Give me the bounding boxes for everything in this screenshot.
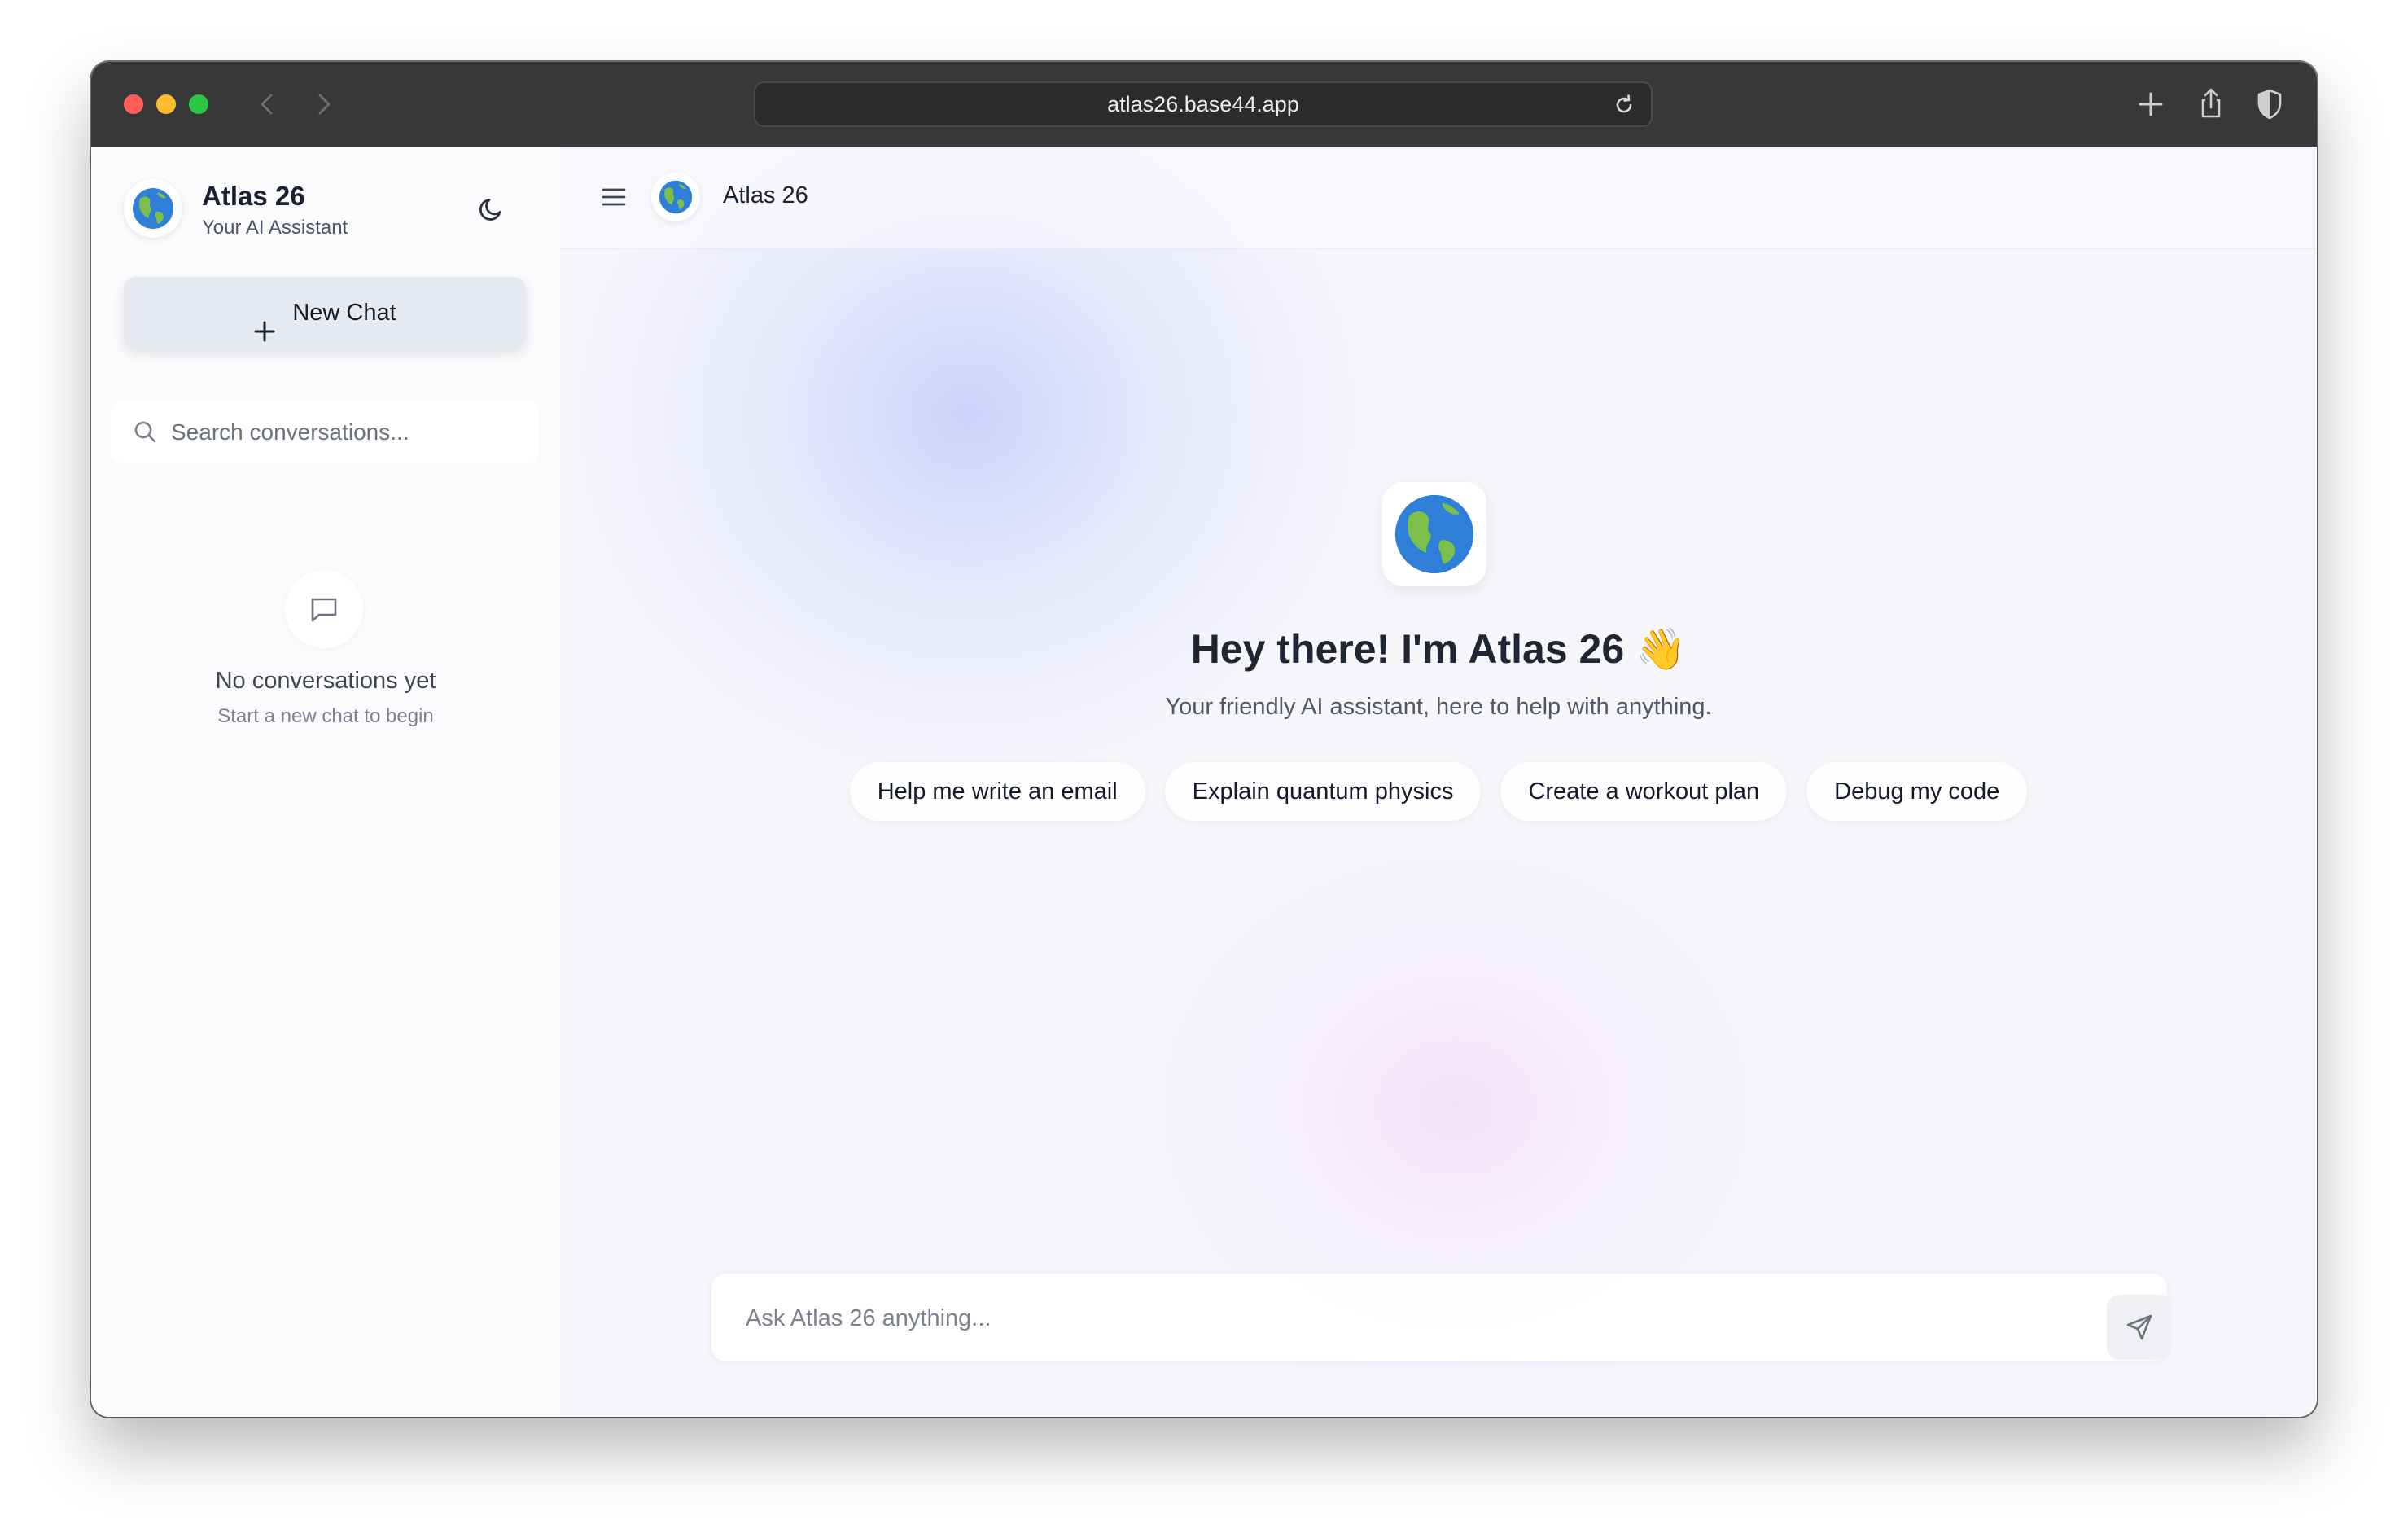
- brand-subtitle: Your AI Assistant: [202, 217, 348, 239]
- hero-title: Hey there! I'm Atlas 26 👋: [1190, 626, 1687, 672]
- reload-icon[interactable]: [1612, 93, 1636, 117]
- privacy-shield-icon[interactable]: [2252, 86, 2288, 122]
- message-composer: [711, 1274, 2172, 1363]
- globe-icon: [133, 188, 173, 229]
- minimize-window-button[interactable]: [156, 94, 176, 114]
- moon-icon[interactable]: [475, 192, 508, 225]
- empty-state-subtitle: Start a new chat to begin: [217, 705, 434, 727]
- send-button[interactable]: [2107, 1295, 2172, 1360]
- close-window-button[interactable]: [124, 94, 143, 114]
- header-title: Atlas 26: [723, 182, 808, 208]
- suggestion-chip[interactable]: Explain quantum physics: [1164, 762, 1482, 821]
- address-url: atlas26.base44.app: [1107, 92, 1299, 116]
- plus-icon: [253, 300, 276, 342]
- search-box: [111, 401, 539, 464]
- forward-arrow-icon[interactable]: [308, 88, 340, 121]
- suggestion-chip[interactable]: Create a workout plan: [1500, 762, 1788, 821]
- hero-logo: [1382, 482, 1486, 586]
- back-arrow-icon[interactable]: [251, 88, 283, 121]
- new-tab-icon[interactable]: [2133, 86, 2169, 122]
- header-avatar: [651, 173, 700, 221]
- brand-title: Atlas 26: [202, 181, 305, 211]
- suggestion-chip[interactable]: Help me write an email: [849, 762, 1145, 821]
- empty-state-title: No conversations yet: [215, 668, 436, 694]
- empty-state-icon-wrap: [285, 570, 363, 648]
- new-chat-button[interactable]: New Chat: [124, 277, 526, 349]
- share-icon[interactable]: [2193, 86, 2229, 122]
- search-input[interactable]: [169, 401, 523, 464]
- send-icon: [2126, 1314, 2152, 1340]
- globe-icon: [1394, 494, 1474, 574]
- message-input[interactable]: [744, 1274, 2066, 1363]
- maximize-window-button[interactable]: [189, 94, 208, 114]
- app-content: Atlas 26 Your AI Assistant New Chat Sear…: [91, 147, 2317, 1417]
- browser-window: atlas26.base44.app Atlas 26 Your AI Assi…: [91, 62, 2317, 1417]
- chat-header: Atlas 26: [560, 147, 2317, 249]
- hero-subtitle: Your friendly AI assistant, here to help…: [1165, 694, 1712, 720]
- globe-icon: [659, 180, 693, 214]
- suggestion-chips: Help me write an email Explain quantum ph…: [560, 762, 2317, 821]
- brand-avatar: [124, 179, 182, 238]
- address-bar[interactable]: atlas26.base44.app: [754, 81, 1653, 127]
- menu-icon[interactable]: [599, 182, 628, 212]
- sidebar: Atlas 26 Your AI Assistant New Chat Sear…: [91, 147, 560, 1417]
- browser-titlebar: atlas26.base44.app: [91, 62, 2317, 148]
- search-icon: [132, 419, 158, 445]
- suggestion-chip[interactable]: Debug my code: [1806, 762, 2028, 821]
- new-chat-label: New Chat: [292, 300, 396, 326]
- message-square-icon: [311, 598, 337, 622]
- chat-main: Atlas 26 Hey there! I'm Atlas 26 👋 Your …: [560, 147, 2317, 1417]
